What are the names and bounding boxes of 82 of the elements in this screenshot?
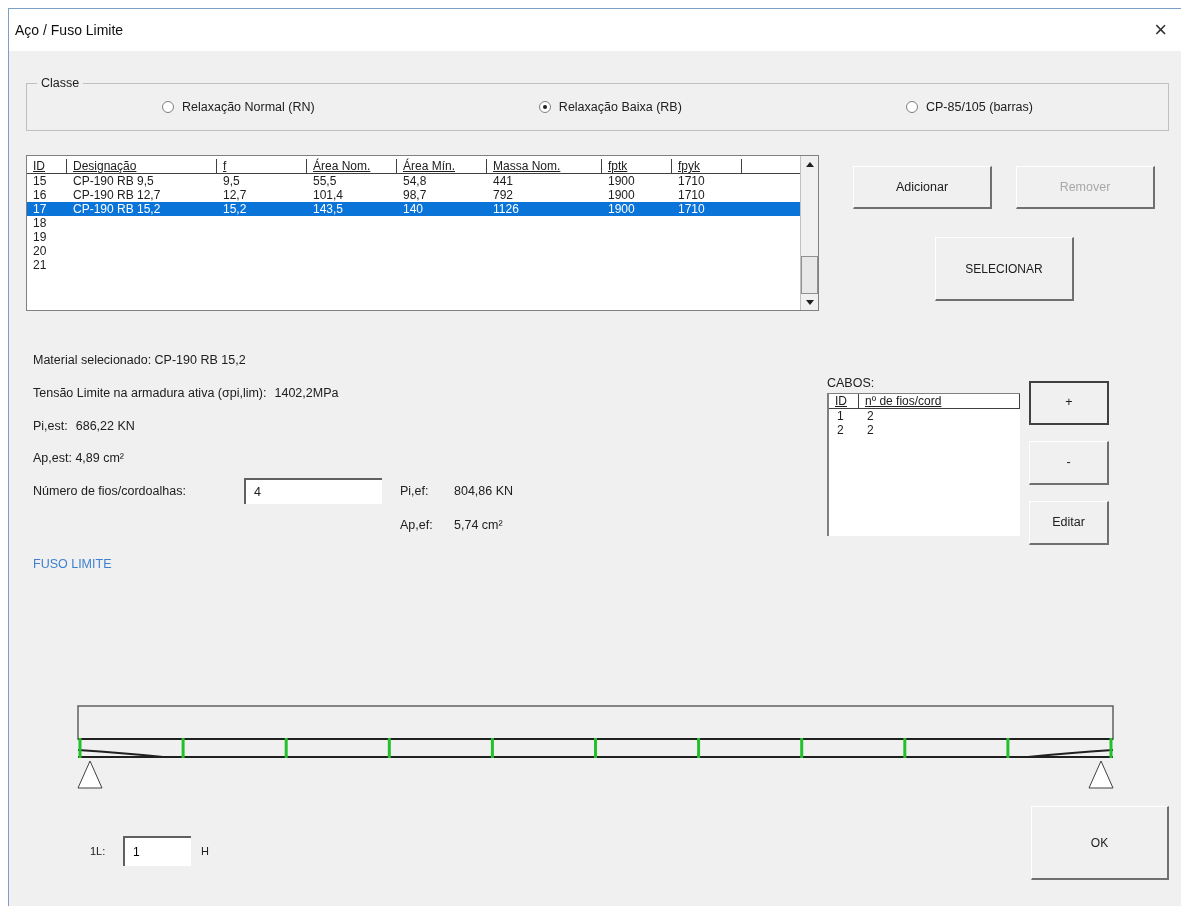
table-cell-text: 9,5 (222, 174, 241, 188)
table-cell-text: 21 (32, 258, 48, 272)
column-header[interactable]: ID (27, 159, 67, 173)
table-row[interactable]: 18 (27, 216, 800, 230)
table-row[interactable]: 17 CP-190 RB 15,2 15,2 143,5 140 1126 1900 1710 (27, 202, 800, 216)
radio-label: Relaxação Normal (RN) (182, 98, 315, 116)
table-cell-text: 792 (492, 188, 515, 202)
column-header[interactable]: fpyk (672, 159, 742, 173)
table-cell-text: 54,8 (402, 174, 428, 188)
cabos-label: CABOS: (827, 375, 876, 392)
table-cell-text: 2 (866, 422, 875, 437)
table-cell-text: 16 (32, 188, 48, 202)
table-row[interactable]: 15 CP-190 RB 9,5 9,5 55,5 54,8 441 1900 1710 (27, 174, 800, 188)
column-header[interactable]: nº de fios/cord (859, 393, 1020, 408)
table-cell-text: 15 (32, 174, 48, 188)
table-cell-text: 1900 (607, 174, 636, 188)
table-cell-text: 441 (492, 174, 515, 188)
table-cell-text: 18 (32, 216, 48, 230)
table-cell-text: CP-190 RB 9,5 (72, 174, 155, 188)
pi-est-label: Pi,est: (33, 417, 68, 435)
table-cell-text: 20 (32, 244, 48, 258)
table-cell-text: 2 (866, 408, 875, 423)
scroll-thumb[interactable] (801, 256, 818, 294)
scrollbar[interactable] (800, 156, 818, 310)
window-title: Aço / Fuso Limite (15, 20, 124, 40)
table-cell-text: 1710 (677, 174, 706, 188)
cabo-button[interactable]: - (1029, 440, 1109, 485)
fuso-link[interactable]: FUSO LIMITE (33, 554, 819, 574)
pi-ef-label: Pi,ef: (400, 482, 430, 500)
column-header[interactable]: fptk (602, 159, 672, 173)
table-cell-text: CP-190 RB 15,2 (72, 202, 162, 216)
column-header[interactable]: ID (829, 393, 859, 408)
ap-ef-value: 5,74 cm² (454, 517, 503, 534)
table-cell-text: 17 (32, 202, 48, 216)
table-cell-text: CP-190 RB 12,7 (72, 188, 162, 202)
table-cell-text: 1710 (677, 188, 706, 202)
radio-label: Relaxação Baixa (RB) (558, 98, 682, 116)
ok-button[interactable]: OK (1031, 806, 1169, 880)
tensao-value: 1402,2MPa (274, 384, 339, 402)
table-cell-text: 98,7 (402, 188, 428, 202)
pi-est-value: 686,22 KN (75, 417, 135, 435)
radio-label: CP-85/105 (barras) (926, 98, 1033, 116)
table-row[interactable]: 19 (27, 230, 800, 244)
table-cell-text: 101,4 (312, 188, 345, 202)
table-cell-text: 1 (836, 408, 845, 423)
table-cell-text: 1710 (677, 202, 706, 216)
table-cell-text: 1126 (492, 202, 520, 216)
table-cell-text: 15,2 (222, 202, 248, 216)
ap-est-label: Ap,est: 4,89 cm² (33, 450, 125, 468)
l-field[interactable]: 1 (123, 836, 191, 866)
table-cell-text: 1900 (607, 202, 636, 216)
radio-button[interactable] (906, 101, 918, 113)
table-cell-text: 143,5 (312, 202, 345, 216)
table-cell-text: 55,5 (312, 174, 338, 188)
pi-ef-value: 804,86 KN (454, 482, 514, 500)
table-cell-text: 1900 (607, 188, 636, 202)
column-header[interactable]: f (217, 159, 307, 173)
table-cell-text: 12,7 (222, 188, 248, 202)
table-cell-text: 140 (402, 202, 425, 216)
cabo-button[interactable]: Editar (1029, 500, 1109, 545)
count-label: Número de fios/cordoalhas: (33, 482, 187, 500)
column-header[interactable]: Área Nom. (307, 159, 397, 173)
tensao-label: Tensão Limite na armadura ativa (σpi,lim): (33, 384, 267, 402)
material-label: Material selecionado: CP-190 RB 15,2 (33, 352, 247, 369)
table-cell-text: 2 (836, 422, 845, 437)
column-header[interactable]: Massa Nom. (487, 159, 602, 173)
action-button[interactable]: Adicionar (853, 166, 992, 209)
radio-button[interactable] (162, 101, 174, 113)
ap-ef-label: Ap,ef: (400, 517, 434, 534)
radio-button[interactable] (538, 101, 551, 113)
column-header[interactable]: Designação (67, 159, 217, 173)
select-button[interactable]: SELECIONAR (935, 237, 1074, 301)
table-cell-text: 19 (32, 230, 48, 244)
unit-label: H (201, 843, 209, 859)
l-label: 1L: (90, 843, 107, 859)
table-row[interactable]: 16 CP-190 RB 12,7 12,7 101,4 98,7 792 1900 1710 (27, 188, 800, 202)
table-row[interactable]: 20 (27, 244, 800, 258)
table-row[interactable]: 21 (27, 258, 800, 272)
close-button[interactable]: × (1146, 19, 1175, 41)
column-header[interactable]: Área Mín. (397, 159, 487, 173)
cabo-button[interactable]: + (1029, 380, 1109, 425)
count-field[interactable]: 4 (244, 478, 382, 504)
